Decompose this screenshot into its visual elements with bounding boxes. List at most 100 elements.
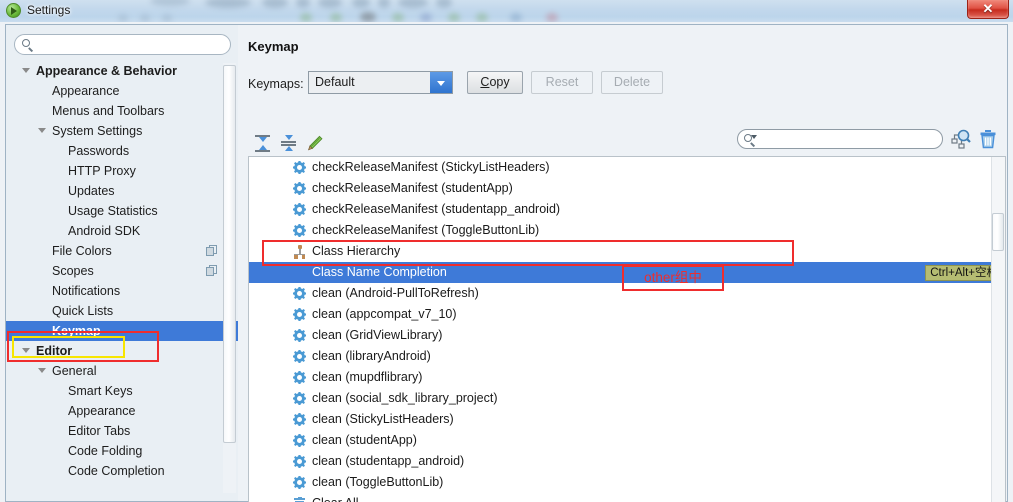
table-row[interactable]: clean (studentapp_android) [249, 451, 1005, 472]
sidebar-item-label: Menus and Toolbars [52, 104, 165, 118]
sidebar-item-usage-statistics[interactable]: Usage Statistics [6, 201, 238, 221]
table-row[interactable]: Class Name Completion Ctrl+Alt+空格 [249, 262, 1005, 283]
sidebar-item-label: Appearance [52, 84, 120, 98]
sidebar-item-label: Android SDK [68, 224, 141, 238]
table-row[interactable]: Class Hierarchy [249, 241, 1005, 262]
sidebar-item-quick-lists[interactable]: Quick Lists [6, 301, 238, 321]
keymap-select-value: Default [315, 75, 355, 89]
sidebar-item-label: Code Folding [68, 444, 143, 458]
tree-expander-icon[interactable] [22, 68, 30, 73]
settings-window: Settings ✕ Appearance & Behavior Appearan… [0, 0, 1013, 502]
gear-icon [293, 161, 306, 174]
chevron-down-icon[interactable] [430, 72, 452, 93]
gear-icon [293, 203, 306, 216]
reset-shortcuts-trash-icon[interactable] [979, 129, 997, 149]
sidebar-item-passwords[interactable]: Passwords [6, 141, 238, 161]
reset-button[interactable]: Reset [531, 71, 593, 94]
sidebar-item-http-proxy[interactable]: HTTP Proxy [6, 161, 238, 181]
sidebar-item-label: HTTP Proxy [68, 164, 136, 178]
settings-sidebar: Appearance & Behavior Appearance Menus and… [5, 24, 238, 502]
table-row[interactable]: checkReleaseManifest (studentApp) [249, 178, 1005, 199]
list-scrollbar-track[interactable] [991, 157, 1005, 502]
expand-all-icon[interactable] [254, 135, 271, 152]
table-row[interactable]: clean (GridViewLibrary) [249, 325, 1005, 346]
table-row[interactable]: clean (studentApp) [249, 430, 1005, 451]
action-name: clean (Android-PullToRefresh) [312, 286, 479, 300]
sidebar-item-editor[interactable]: Editor [6, 341, 238, 361]
gear-icon [293, 287, 306, 300]
search-icon [21, 38, 35, 52]
sidebar-item-general[interactable]: General [6, 361, 238, 381]
table-row[interactable]: clean (social_sdk_library_project) [249, 388, 1005, 409]
table-row[interactable]: clean (Android-PullToRefresh) [249, 283, 1005, 304]
action-name: clean (social_sdk_library_project) [312, 391, 498, 405]
action-name: clean (studentApp) [312, 433, 417, 447]
copy-button[interactable]: Copy [467, 71, 523, 94]
sidebar-item-menus-and-toolbars[interactable]: Menus and Toolbars [6, 101, 238, 121]
action-name: checkReleaseManifest (studentApp) [312, 181, 513, 195]
titlebar-blur-decor [205, 0, 251, 8]
titlebar-blur-decor [448, 13, 460, 22]
collapse-all-icon[interactable] [280, 135, 297, 152]
settings-tree: Appearance & Behavior Appearance Menus and… [6, 61, 238, 501]
sidebar-item-system-settings[interactable]: System Settings [6, 121, 238, 141]
edit-shortcut-icon[interactable] [306, 135, 323, 152]
sidebar-item-smart-keys[interactable]: Smart Keys [6, 381, 238, 401]
filter-input[interactable] [761, 132, 935, 146]
table-row[interactable]: clean (StickyListHeaders) [249, 409, 1005, 430]
sidebar-item-editor-tabs[interactable]: Editor Tabs [6, 421, 238, 441]
table-row[interactable]: clean (mupdflibrary) [249, 367, 1005, 388]
sidebar-item-appearance[interactable]: Appearance [6, 401, 238, 421]
action-name: Class Name Completion [312, 265, 447, 279]
sidebar-item-label: Keymap [52, 324, 101, 338]
copy-settings-icon[interactable] [206, 265, 218, 277]
tree-expander-icon[interactable] [38, 368, 46, 373]
sidebar-item-file-colors[interactable]: File Colors [6, 241, 238, 261]
sidebar-item-label: Usage Statistics [68, 204, 158, 218]
chevron-down-icon[interactable] [751, 135, 757, 139]
tree-expander-icon[interactable] [22, 348, 30, 353]
filter-search-box[interactable] [737, 129, 943, 149]
sidebar-item-android-sdk[interactable]: Android SDK [6, 221, 238, 241]
table-row[interactable]: clean (ToggleButtonLib) [249, 472, 1005, 493]
table-row[interactable]: Clear All [249, 493, 1005, 502]
sidebar-item-label: Smart Keys [68, 384, 133, 398]
sidebar-item-code-folding[interactable]: Code Folding [6, 441, 238, 461]
list-scrollbar-thumb[interactable] [992, 213, 1004, 251]
table-row[interactable]: checkReleaseManifest (StickyListHeaders) [249, 157, 1005, 178]
sidebar-item-keymap[interactable]: Keymap [6, 321, 238, 341]
search-input[interactable] [39, 37, 225, 53]
table-row[interactable]: checkReleaseManifest (ToggleButtonLib) [249, 220, 1005, 241]
window-body: Appearance & Behavior Appearance Menus and… [0, 22, 1013, 502]
tree-expander-icon[interactable] [38, 128, 46, 133]
close-button[interactable]: ✕ [967, 0, 1009, 19]
titlebar-blur-decor [296, 0, 310, 8]
window-titlebar: Settings ✕ [0, 0, 1013, 22]
sidebar-item-updates[interactable]: Updates [6, 181, 238, 201]
sidebar-item-appearance-behavior[interactable]: Appearance & Behavior [6, 61, 238, 81]
page-title: Keymap [248, 39, 299, 54]
sidebar-item-appearance[interactable]: Appearance [6, 81, 238, 101]
table-row[interactable]: checkReleaseManifest (studentapp_android… [249, 199, 1005, 220]
titlebar-blur-decor [378, 0, 390, 8]
keymap-select[interactable]: Default [308, 71, 453, 94]
sidebar-item-code-completion[interactable]: Code Completion [6, 461, 238, 481]
copy-settings-icon[interactable] [206, 245, 218, 257]
delete-button[interactable]: Delete [601, 71, 663, 94]
keymap-actions-list[interactable]: checkReleaseManifest (StickyListHeaders)… [248, 156, 1006, 502]
gear-icon [293, 224, 306, 237]
find-actions-by-shortcut-icon[interactable] [951, 129, 971, 149]
sidebar-item-scopes[interactable]: Scopes [6, 261, 238, 281]
gear-icon [293, 434, 306, 447]
sidebar-item-notifications[interactable]: Notifications [6, 281, 238, 301]
table-row[interactable]: clean (appcompat_v7_10) [249, 304, 1005, 325]
sidebar-scrollbar-thumb[interactable] [223, 65, 236, 443]
action-name: clean (appcompat_v7_10) [312, 307, 457, 321]
action-name: clean (mupdflibrary) [312, 370, 423, 384]
settings-search-box[interactable] [14, 34, 231, 55]
table-row[interactable]: clean (libraryAndroid) [249, 346, 1005, 367]
action-name: Class Hierarchy [312, 244, 401, 258]
titlebar-blur-decor [318, 0, 342, 8]
keymaps-label: Keymaps: [248, 77, 304, 91]
titlebar-blur-decor [476, 13, 488, 22]
